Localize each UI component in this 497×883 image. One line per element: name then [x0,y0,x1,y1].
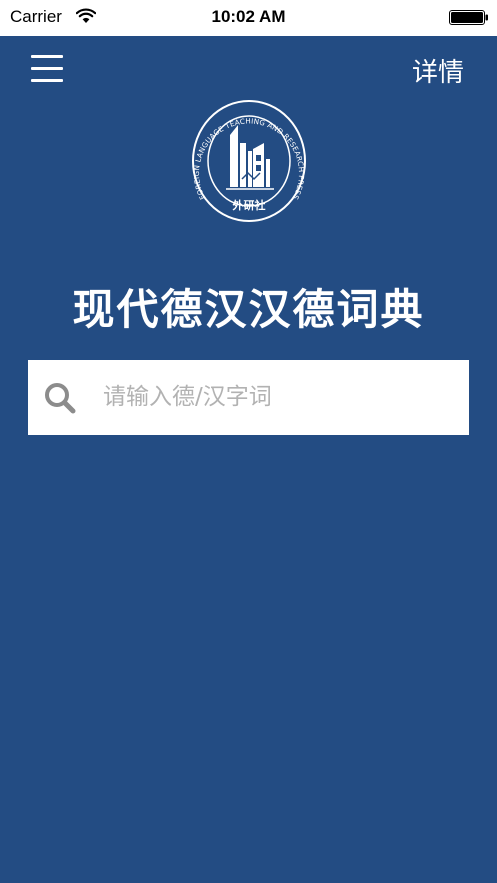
menu-button[interactable] [28,52,66,86]
search-box[interactable] [28,360,469,435]
status-bar: Carrier 10:02 AM [0,0,497,36]
hamburger-menu-icon [28,52,66,86]
app-screen: Carrier 10:02 AM 详情 FOREIGN LANGUAGE TEA… [0,0,497,883]
logo-publisher-text: 外研社 [232,198,266,212]
status-time: 10:02 AM [211,7,286,26]
details-button[interactable]: 详情 [412,52,464,89]
publisher-logo: FOREIGN LANGUAGE TEACHING AND RESEARCH P… [192,100,306,222]
search-input[interactable] [103,378,453,416]
page-title: 现代德汉汉德词典 [72,285,425,334]
battery-icon [449,10,488,25]
search-icon[interactable] [42,380,78,416]
